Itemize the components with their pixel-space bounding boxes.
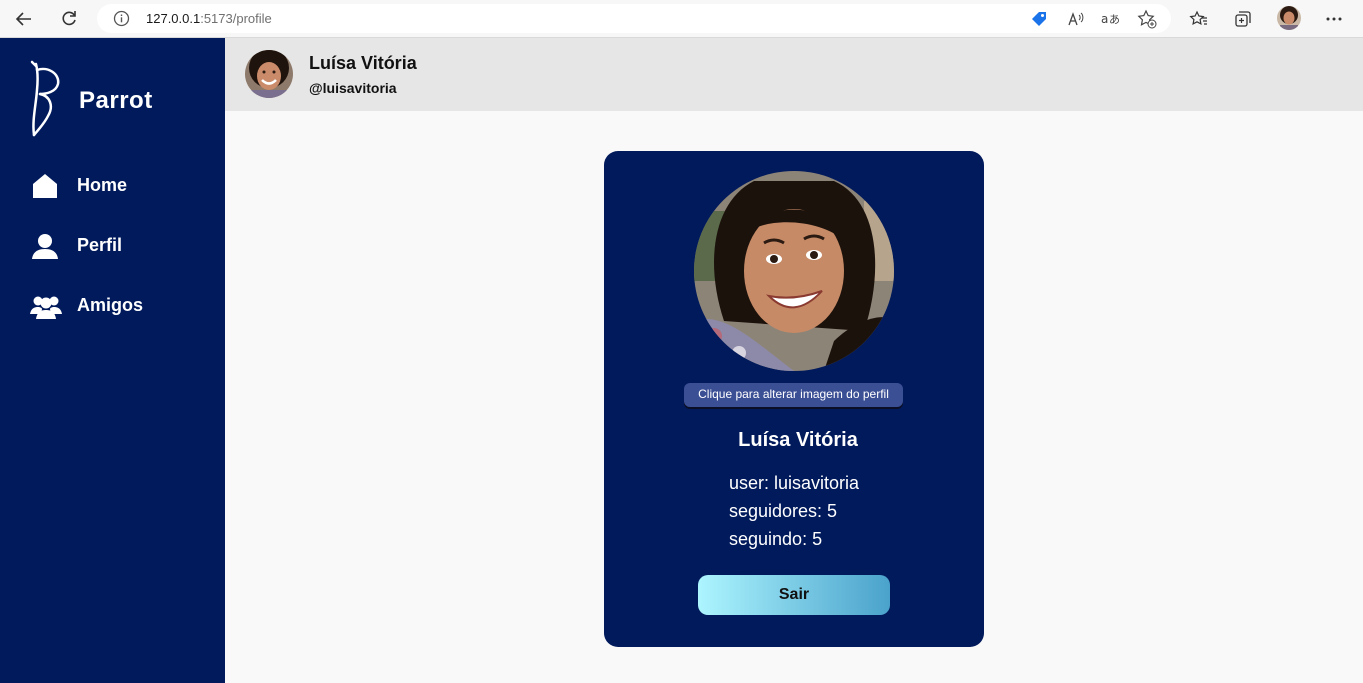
sidebar-item-label: Perfil (77, 235, 123, 255)
sidebar-item-home[interactable]: Home (0, 164, 225, 208)
url-host: 127.0.0.1 (146, 11, 201, 26)
profile-photo[interactable] (694, 171, 894, 371)
sidebar-item-label: Home (77, 175, 128, 195)
info-icon[interactable] (113, 10, 130, 27)
header-user-handle: @luisavitoria (309, 80, 397, 96)
home-icon (30, 172, 60, 200)
user-icon (30, 232, 60, 260)
profile-name: Luísa Vitória (738, 429, 858, 451)
parrot-logo-icon (28, 60, 64, 140)
svg-text:あ: あ (1109, 13, 1120, 26)
collections-icon[interactable] (1231, 7, 1255, 31)
sidebar-item-amigos[interactable]: Amigos (0, 284, 225, 328)
translate-icon[interactable]: aあ (1101, 9, 1121, 29)
more-icon[interactable] (1322, 7, 1346, 31)
sidebar: Parrot Home Perfil Amigos (0, 38, 225, 683)
sidebar-item-perfil[interactable]: Perfil (0, 224, 225, 268)
add-favorite-icon[interactable] (1137, 9, 1157, 29)
tag-icon[interactable] (1029, 9, 1049, 29)
svg-text:a: a (1101, 12, 1108, 26)
browser-profile-avatar[interactable] (1277, 6, 1301, 30)
header-user-name: Luísa Vitória (309, 53, 417, 73)
url-path: :5173/profile (200, 11, 272, 26)
profile-username: user: luisavitoria (729, 473, 860, 493)
address-bar[interactable]: 127.0.0.1:5173/profile aあ (97, 4, 1171, 33)
profile-following: seguindo: 5 (729, 529, 823, 549)
logout-button[interactable]: Sair (698, 575, 890, 615)
profile-stats: user: luisavitoria seguidores: 5 seguind… (729, 469, 859, 553)
favorites-icon[interactable] (1187, 7, 1211, 31)
url-text[interactable]: 127.0.0.1:5173/profile (146, 11, 272, 26)
brand-name: Parrot (79, 87, 153, 114)
friends-icon (30, 292, 62, 320)
profile-followers: seguidores: 5 (729, 501, 838, 521)
back-arrow-icon[interactable] (12, 7, 36, 31)
profile-card: Clique para alterar imagem do perfil Luí… (604, 151, 984, 647)
browser-toolbar: 127.0.0.1:5173/profile aあ (0, 0, 1363, 38)
sidebar-item-label: Amigos (77, 295, 144, 315)
avatar[interactable] (245, 50, 293, 98)
change-profile-image-button[interactable]: Clique para alterar imagem do perfil (684, 383, 903, 407)
read-aloud-icon[interactable] (1065, 9, 1085, 29)
profile-header: Luísa Vitória @luisavitoria (225, 38, 1363, 111)
refresh-icon[interactable] (57, 7, 81, 31)
